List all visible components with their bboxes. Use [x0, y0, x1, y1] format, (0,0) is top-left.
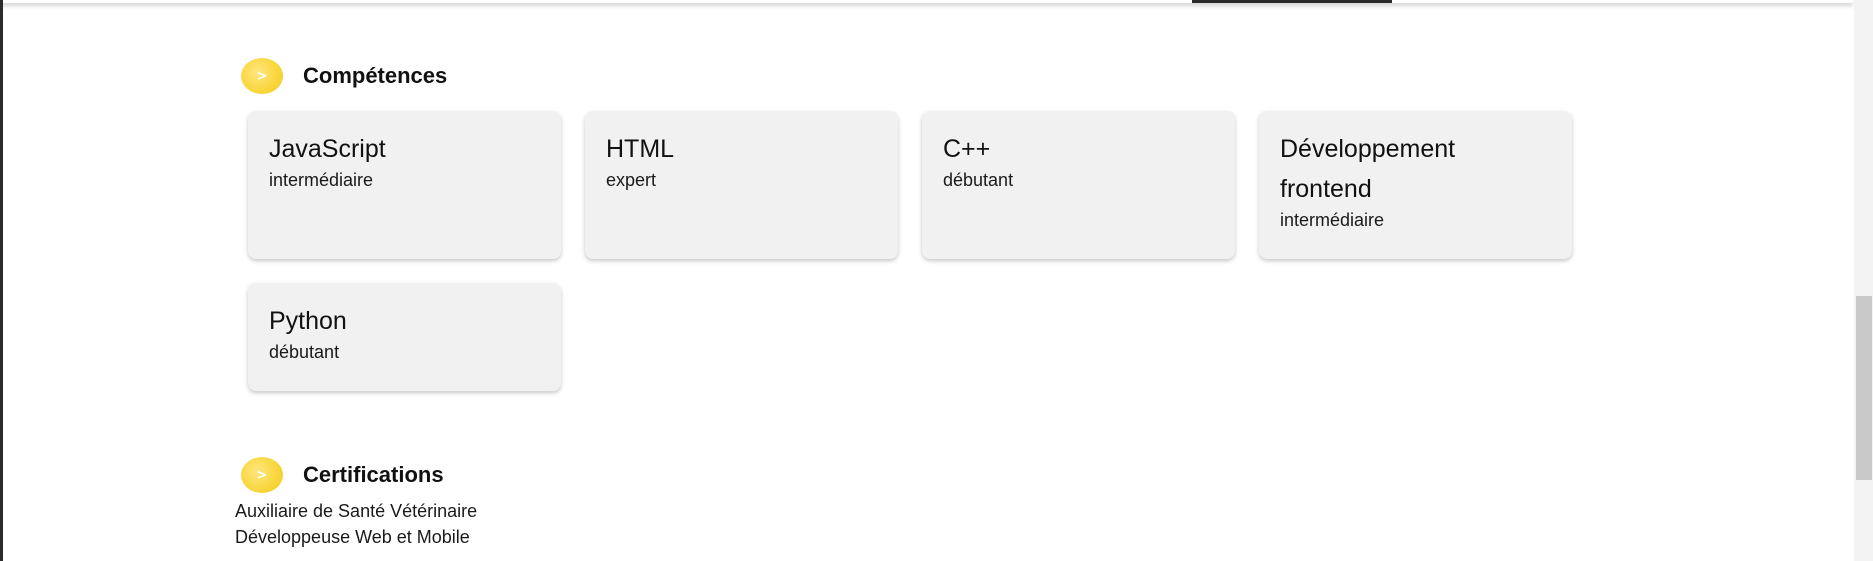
chevron-right-icon: >: [241, 58, 283, 94]
bullet-glyph: >: [256, 68, 268, 84]
skill-name: C++: [943, 135, 991, 163]
skill-level: expert: [606, 170, 657, 190]
certifications-section-title: Certifications: [303, 462, 444, 487]
skills-section-header: > Compétences: [241, 58, 447, 94]
certifications-section-header: > Certifications: [241, 457, 444, 493]
page: > Compétences JavaScript intermédiaire H…: [0, 0, 1873, 561]
skill-level: intermédiaire: [1280, 210, 1385, 230]
skill-card-cpp: C++ débutant: [922, 111, 1235, 259]
skill-card-html: HTML expert: [585, 111, 898, 259]
window-left-border: [0, 0, 3, 561]
skill-card-python: Python débutant: [248, 283, 561, 391]
skill-level: débutant: [943, 170, 1014, 190]
vertical-scrollbar[interactable]: [1854, 0, 1873, 561]
certification-item: Auxiliaire de Santé Vétérinaire: [235, 501, 478, 521]
skills-section-title: Compétences: [303, 63, 448, 88]
scrollbar-thumb[interactable]: [1856, 296, 1872, 480]
skills-card-grid: JavaScript intermédiaire HTML expert C++…: [248, 111, 1578, 391]
skill-name: Python: [269, 307, 347, 335]
skill-name: Développement frontend: [1280, 135, 1456, 203]
chevron-right-icon: >: [241, 457, 283, 493]
skill-card-javascript: JavaScript intermédiaire: [248, 111, 561, 259]
top-navigation-bar: [0, 0, 1853, 3]
skill-level: intermédiaire: [269, 170, 374, 190]
active-nav-indicator: [1192, 0, 1392, 3]
bullet-glyph: >: [256, 467, 268, 483]
certification-item: Développeuse Web et Mobile: [235, 527, 470, 547]
skill-name: JavaScript: [269, 135, 386, 163]
skill-level: débutant: [269, 342, 340, 362]
certifications-list: Auxiliaire de Santé Vétérinaire Développ…: [235, 498, 477, 550]
skill-name: HTML: [606, 135, 675, 163]
skill-card-frontend: Développement frontend intermédiaire: [1259, 111, 1572, 259]
